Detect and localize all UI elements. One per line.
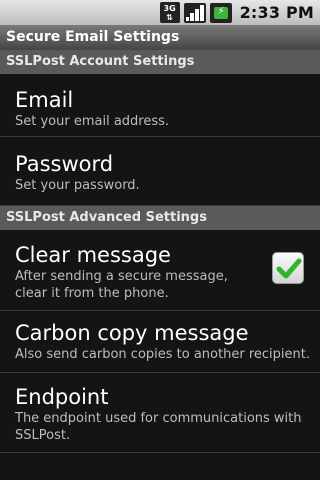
status-bar: 3G ⇅ ⚡ 2:33 PM	[0, 0, 320, 25]
pref-carbon-copy-summary: Also send carbon copies to another recip…	[15, 347, 310, 362]
pref-endpoint-title: Endpoint	[15, 385, 109, 409]
pref-password-title: Password	[15, 152, 114, 176]
pref-clear-message[interactable]: Clear message After sending a secure mes…	[0, 230, 320, 311]
pref-password-summary: Set your password.	[15, 178, 140, 193]
clock: 2:33 PM	[239, 3, 314, 22]
pref-password[interactable]: Password Set your password.	[0, 137, 320, 206]
page-title: Secure Email Settings	[0, 25, 320, 50]
checkmark-icon	[276, 258, 302, 279]
pref-email-title: Email	[15, 88, 74, 112]
signal-strength-icon	[183, 2, 206, 23]
category-advanced-settings: SSLPost Advanced Settings	[0, 206, 320, 230]
network-3g-icon: 3G ⇅	[159, 2, 180, 23]
data-activity-label: ⇅	[166, 12, 173, 22]
battery-charging-icon: ⚡	[209, 2, 232, 23]
category-account-settings: SSLPost Account Settings	[0, 50, 320, 74]
pref-carbon-copy-title: Carbon copy message	[15, 321, 249, 345]
pref-carbon-copy[interactable]: Carbon copy message Also send carbon cop…	[0, 311, 320, 373]
pref-clear-message-summary: After sending a secure message, clear it…	[15, 269, 228, 301]
pref-email-summary: Set your email address.	[15, 114, 170, 129]
clear-message-checkbox[interactable]	[272, 252, 304, 284]
pref-endpoint[interactable]: Endpoint The endpoint used for communica…	[0, 373, 320, 453]
pref-endpoint-summary: The endpoint used for communications wit…	[15, 411, 302, 443]
pref-clear-message-title: Clear message	[15, 243, 171, 267]
pref-email[interactable]: Email Set your email address.	[0, 74, 320, 137]
network-type-label: 3G	[163, 3, 176, 13]
